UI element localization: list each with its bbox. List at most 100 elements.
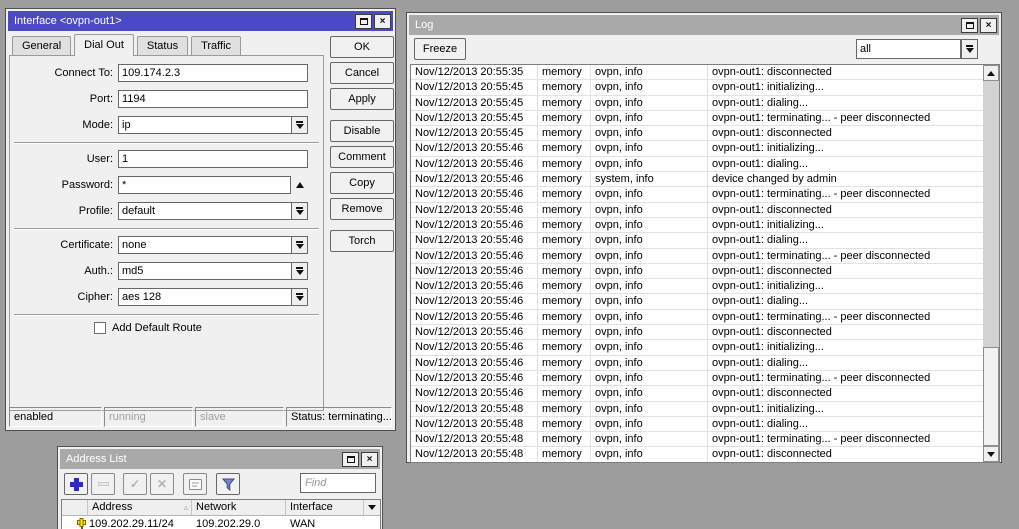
password-input[interactable]: [118, 176, 291, 194]
tab-general[interactable]: General: [12, 36, 72, 55]
log-row[interactable]: Nov/12/2013 20:55:46 memory ovpn, info o…: [411, 355, 983, 371]
log-window: Log × Freeze Nov/12/2013 20:55:35 memory…: [406, 12, 1002, 463]
enable-button[interactable]: ✓: [123, 473, 147, 495]
remove-button[interactable]: Remove: [330, 198, 394, 220]
log-row[interactable]: Nov/12/2013 20:55:45 memory ovpn, info o…: [411, 95, 983, 111]
disable-button[interactable]: ✕: [150, 473, 174, 495]
certificate-label: Certificate:: [60, 239, 113, 251]
log-row[interactable]: Nov/12/2013 20:55:48 memory ovpn, info o…: [411, 447, 983, 462]
mode-select[interactable]: [118, 116, 291, 134]
remove-address-button[interactable]: [91, 473, 115, 495]
log-scrollbar[interactable]: [983, 65, 999, 462]
tab-dial-out[interactable]: Dial Out: [74, 34, 134, 56]
connect-to-input[interactable]: [118, 64, 308, 82]
log-row[interactable]: Nov/12/2013 20:55:46 memory ovpn, info o…: [411, 141, 983, 157]
password-reveal-button[interactable]: [291, 176, 308, 194]
maximize-button[interactable]: [961, 17, 978, 33]
address-list-titlebar[interactable]: Address List ×: [60, 449, 380, 469]
log-row[interactable]: Nov/12/2013 20:55:46 memory ovpn, info o…: [411, 263, 983, 280]
log-row[interactable]: Nov/12/2013 20:55:45 memory ovpn, info o…: [411, 80, 983, 96]
log-message: ovpn-out1: terminating... - peer disconn…: [708, 111, 983, 127]
log-time: Nov/12/2013 20:55:46: [411, 187, 538, 203]
log-time: Nov/12/2013 20:55:48: [411, 416, 538, 433]
log-row[interactable]: Nov/12/2013 20:55:46 memory ovpn, info o…: [411, 340, 983, 356]
certificate-dropdown-button[interactable]: [291, 236, 308, 254]
comment-button[interactable]: [183, 473, 207, 495]
network-column-header[interactable]: Network: [192, 500, 286, 516]
log-row[interactable]: Nov/12/2013 20:55:46 memory ovpn, info o…: [411, 217, 983, 234]
find-input[interactable]: [300, 473, 376, 493]
close-button[interactable]: ×: [361, 451, 378, 467]
filter-button[interactable]: [216, 473, 240, 495]
scrollbar-thumb[interactable]: [983, 347, 999, 446]
tab-traffic[interactable]: Traffic: [191, 36, 242, 55]
log-row[interactable]: Nov/12/2013 20:55:35 memory ovpn, info o…: [411, 65, 983, 81]
user-input[interactable]: [118, 150, 308, 168]
log-row[interactable]: Nov/12/2013 20:55:46 memory ovpn, info o…: [411, 202, 983, 218]
log-row[interactable]: Nov/12/2013 20:55:46 memory ovpn, info o…: [411, 309, 983, 326]
log-row[interactable]: Nov/12/2013 20:55:46 memory ovpn, info o…: [411, 279, 983, 295]
arrow-up-icon: [295, 182, 304, 188]
log-row[interactable]: Nov/12/2013 20:55:46 memory ovpn, info o…: [411, 370, 983, 387]
address-column-header[interactable]: Address ▵: [88, 500, 192, 516]
maximize-icon: [359, 17, 368, 25]
log-row[interactable]: Nov/12/2013 20:55:46 memory ovpn, info o…: [411, 294, 983, 310]
log-row[interactable]: Nov/12/2013 20:55:46 memory system, info…: [411, 172, 983, 188]
log-row[interactable]: Nov/12/2013 20:55:46 memory ovpn, info o…: [411, 187, 983, 203]
address-row[interactable]: 109.202.29.11/24 109.202.29.0 WAN: [62, 516, 380, 529]
column-options-button[interactable]: [364, 500, 380, 516]
interface-column-header[interactable]: Interface: [286, 500, 364, 516]
log-row[interactable]: Nov/12/2013 20:55:46 memory ovpn, info o…: [411, 386, 983, 402]
freeze-button[interactable]: Freeze: [414, 38, 466, 60]
log-filter-dropdown-button[interactable]: [961, 39, 978, 59]
tab-status[interactable]: Status: [136, 36, 189, 55]
copy-button[interactable]: Copy: [330, 172, 394, 194]
auth-dropdown-button[interactable]: [291, 262, 308, 280]
log-message: device changed by admin: [708, 172, 983, 188]
log-message: ovpn-out1: terminating... - peer disconn…: [708, 432, 983, 448]
close-button[interactable]: ×: [374, 13, 391, 29]
certificate-select[interactable]: [118, 236, 291, 254]
log-row[interactable]: Nov/12/2013 20:55:46 memory ovpn, info o…: [411, 233, 983, 249]
add-default-route-checkbox[interactable]: [94, 322, 106, 334]
log-titlebar[interactable]: Log ×: [409, 15, 999, 35]
dropdown-icon: [295, 293, 304, 301]
log-row[interactable]: Nov/12/2013 20:55:46 memory ovpn, info o…: [411, 325, 983, 341]
auth-select[interactable]: [118, 262, 291, 280]
close-button[interactable]: ×: [980, 17, 997, 33]
log-row[interactable]: Nov/12/2013 20:55:45 memory ovpn, info o…: [411, 126, 983, 142]
scroll-up-button[interactable]: [983, 65, 999, 81]
log-row[interactable]: Nov/12/2013 20:55:46 memory ovpn, info o…: [411, 156, 983, 173]
arrow-up-icon: [987, 70, 995, 76]
icon-column-header[interactable]: [62, 500, 88, 516]
torch-button[interactable]: Torch: [330, 230, 394, 252]
port-label: Port:: [89, 93, 113, 105]
log-row[interactable]: Nov/12/2013 20:55:48 memory ovpn, info o…: [411, 416, 983, 433]
log-row[interactable]: Nov/12/2013 20:55:46 memory ovpn, info o…: [411, 248, 983, 264]
disable-button[interactable]: Disable: [330, 120, 394, 142]
cancel-button[interactable]: Cancel: [330, 62, 394, 84]
interface-dialog-titlebar[interactable]: Interface <ovpn-out1> ×: [8, 11, 393, 31]
ok-button[interactable]: OK: [330, 36, 394, 58]
apply-button[interactable]: Apply: [330, 88, 394, 110]
port-input[interactable]: [118, 90, 308, 108]
log-time: Nov/12/2013 20:55:46: [411, 217, 538, 234]
add-address-button[interactable]: [64, 473, 88, 495]
log-row[interactable]: Nov/12/2013 20:55:45 memory ovpn, info o…: [411, 110, 983, 127]
log-row[interactable]: Nov/12/2013 20:55:48 memory ovpn, info o…: [411, 432, 983, 448]
cipher-select[interactable]: [118, 288, 291, 306]
log-topics: ovpn, info: [591, 370, 708, 387]
profile-dropdown-button[interactable]: [291, 202, 308, 220]
log-message: ovpn-out1: terminating... - peer disconn…: [708, 249, 983, 264]
log-filter-input[interactable]: [856, 39, 961, 59]
dropdown-icon: [295, 207, 304, 215]
mode-dropdown-button[interactable]: [291, 116, 308, 134]
log-row[interactable]: Nov/12/2013 20:55:48 memory ovpn, info o…: [411, 401, 983, 417]
profile-select[interactable]: [118, 202, 291, 220]
dropdown-icon: [368, 505, 376, 510]
maximize-button[interactable]: [355, 13, 372, 29]
cipher-dropdown-button[interactable]: [291, 288, 308, 306]
comment-button[interactable]: Comment: [330, 146, 394, 168]
scroll-down-button[interactable]: [983, 446, 999, 462]
maximize-button[interactable]: [342, 451, 359, 467]
